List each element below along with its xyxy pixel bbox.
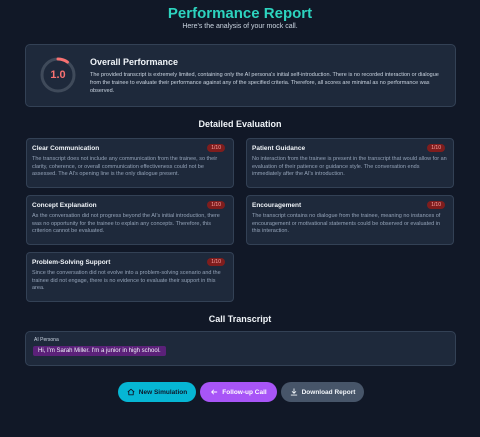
call-transcript-heading: Call Transcript [208, 314, 272, 324]
score-badge: 1/10 [427, 144, 445, 152]
card-description: The transcript does not include any comm… [32, 156, 218, 177]
evaluation-card-concept-explanation: Concept Explanation 1/10 As the conversa… [26, 195, 234, 245]
new-simulation-button[interactable]: New Simulation [118, 382, 196, 402]
overall-summary: The provided transcript is extremely lim… [90, 72, 439, 94]
speaker-label: AI Persona [34, 337, 59, 343]
evaluation-card-problem-solving-support: Problem-Solving Support 1/10 Since the c… [26, 252, 234, 302]
card-description: No interaction from the trainee is prese… [252, 156, 447, 177]
download-report-label: Download Report [301, 388, 356, 396]
home-icon [127, 388, 135, 396]
download-report-button[interactable]: Download Report [281, 382, 364, 402]
overall-performance-card: 1.0 Overall Performance The provided tra… [25, 44, 456, 107]
overall-score: 1.0 [50, 69, 66, 81]
message-bubble: Hi, I'm Sarah Miller. I'm a junior in hi… [33, 346, 166, 356]
evaluation-card-patient-guidance: Patient Guidance 1/10 No interaction fro… [246, 138, 454, 188]
page-subtitle: Here's the analysis of your mock call. [182, 23, 298, 30]
transcript-box: AI Persona Hi, I'm Sarah Miller. I'm a j… [25, 331, 456, 366]
page-title: Performance Report [167, 5, 313, 22]
card-description: As the conversation did not progress bey… [32, 213, 220, 234]
new-simulation-label: New Simulation [138, 388, 188, 396]
card-title: Concept Explanation [32, 202, 97, 209]
detailed-evaluation-heading: Detailed Evaluation [198, 119, 282, 129]
follow-up-call-label: Follow-up Call [222, 388, 267, 396]
evaluation-card-encouragement: Encouragement 1/10 The transcript contai… [246, 195, 454, 245]
card-description: Since the conversation did not evolve in… [32, 270, 221, 291]
card-title: Patient Guidance [252, 145, 306, 152]
download-icon [290, 388, 297, 396]
evaluation-card-clear-communication: Clear Communication 1/10 The transcript … [26, 138, 234, 188]
card-description: The transcript contains no dialogue from… [252, 213, 441, 234]
score-badge: 1/10 [207, 201, 225, 209]
phone-back-icon [211, 389, 218, 395]
score-badge: 1/10 [207, 144, 225, 152]
card-title: Problem-Solving Support [32, 259, 111, 266]
score-badge: 1/10 [207, 258, 225, 266]
card-title: Encouragement [252, 202, 302, 209]
score-badge: 1/10 [427, 201, 445, 209]
overall-title: Overall Performance [90, 57, 179, 67]
follow-up-call-button[interactable]: Follow-up Call [200, 382, 277, 402]
card-title: Clear Communication [32, 145, 100, 152]
